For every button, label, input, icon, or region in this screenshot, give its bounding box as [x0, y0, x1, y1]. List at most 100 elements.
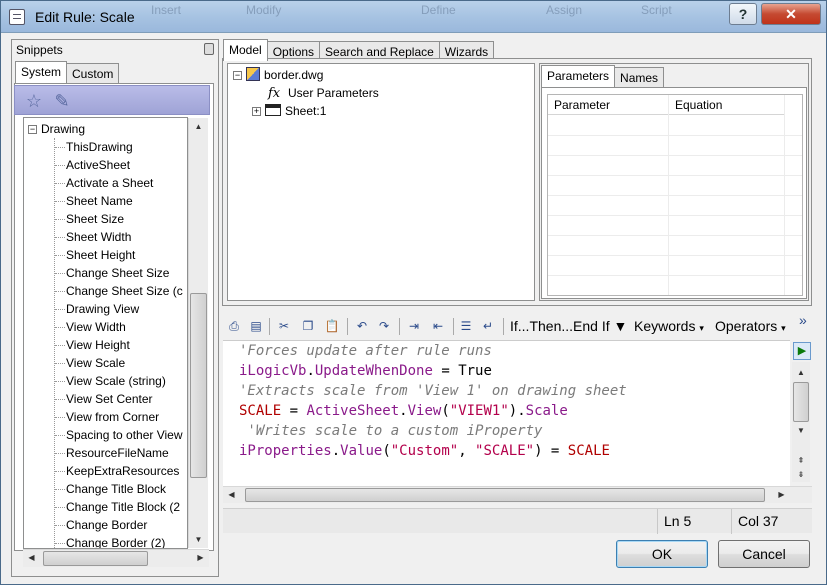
- copy-icon[interactable]: ❐: [299, 317, 317, 335]
- snippet-item[interactable]: View from Corner: [66, 408, 159, 426]
- snippet-item[interactable]: Change Border: [66, 516, 147, 534]
- snippet-item[interactable]: View Scale: [66, 354, 125, 372]
- run-icon[interactable]: ▶: [793, 342, 811, 360]
- hscroll-thumb[interactable]: [245, 488, 765, 502]
- pin-icon[interactable]: [204, 43, 214, 55]
- snippet-item[interactable]: ActiveSheet: [66, 156, 130, 174]
- uncomment-icon[interactable]: ↵: [479, 317, 497, 335]
- toolbar-separator: [269, 318, 270, 335]
- code-token: iLogicVb: [239, 363, 307, 379]
- code-token: SCALE: [567, 443, 610, 459]
- scroll-up-icon[interactable]: ▲: [792, 364, 810, 381]
- model-node-sheet[interactable]: + Sheet:1: [252, 102, 326, 120]
- operators-menu[interactable]: Operators ▾: [715, 318, 786, 335]
- snippets-vscroll[interactable]: ▲ ▼: [188, 118, 208, 548]
- scroll-right-icon[interactable]: ▶: [192, 550, 209, 567]
- scroll-down-icon[interactable]: ▼: [189, 531, 208, 548]
- model-node-root[interactable]: − border.dwg: [233, 66, 323, 84]
- toolbar-overflow-icon[interactable]: »: [799, 312, 807, 329]
- ghost-menu-item: Define: [421, 3, 456, 17]
- code-token: (: [441, 403, 450, 419]
- code-line[interactable]: 'Extracts scale from 'View 1' on drawing…: [239, 381, 627, 401]
- collapse-icon[interactable]: −: [28, 125, 37, 134]
- snippet-item[interactable]: ThisDrawing: [66, 138, 133, 156]
- scroll-left-icon[interactable]: ◀: [23, 550, 40, 567]
- scroll-down-icon[interactable]: ▼: [792, 422, 810, 439]
- if-then-menu[interactable]: If...Then...End If ▼: [510, 318, 627, 335]
- grid-row-line: [548, 135, 802, 136]
- add-star-icon[interactable]: ☆: [23, 90, 45, 112]
- scroll-left-icon[interactable]: ◀: [223, 487, 240, 503]
- model-node-user-parameters[interactable]: fx User Parameters: [268, 84, 379, 102]
- snippet-item[interactable]: View Height: [66, 336, 130, 354]
- hscroll-thumb[interactable]: [43, 551, 148, 566]
- ghost-menu-item: Insert: [151, 3, 182, 17]
- snippet-item[interactable]: View Scale (string): [66, 372, 166, 390]
- snippet-item[interactable]: Activate a Sheet: [66, 174, 153, 192]
- code-token: UpdateWhenDone: [314, 363, 433, 379]
- close-button[interactable]: ✕: [761, 3, 821, 25]
- snippet-item[interactable]: Sheet Height: [66, 246, 135, 264]
- ok-button[interactable]: OK: [616, 540, 708, 568]
- scroll-thumb[interactable]: [190, 293, 207, 478]
- code-line[interactable]: iProperties.Value("Custom", "SCALE") = S…: [239, 441, 610, 461]
- collapse-icon[interactable]: −: [233, 71, 242, 80]
- snippet-item[interactable]: Drawing View: [66, 300, 139, 318]
- model-root-label: border.dwg: [264, 68, 324, 82]
- snippet-item[interactable]: Sheet Width: [66, 228, 131, 246]
- editor-hscroll[interactable]: ◀ ▶: [223, 486, 812, 503]
- code-line[interactable]: SCALE = ActiveSheet.View("VIEW1").Scale: [239, 401, 568, 421]
- snippet-item[interactable]: View Width: [66, 318, 126, 336]
- column-header-parameter[interactable]: Parameter: [548, 95, 668, 115]
- cut-icon[interactable]: ✂: [275, 317, 293, 335]
- tree-guide-tick: [55, 219, 65, 220]
- snippet-item[interactable]: Change Sheet Size (c: [66, 282, 183, 300]
- code-token: .: [399, 403, 408, 419]
- undo-icon[interactable]: ↶: [353, 317, 371, 335]
- snippet-item[interactable]: Change Sheet Size: [66, 264, 169, 282]
- code-line[interactable]: 'Writes scale to a custom iProperty: [239, 421, 542, 441]
- code-editor[interactable]: 'Forces update after rule runs iLogicVb.U…: [223, 340, 790, 486]
- snippet-item[interactable]: Sheet Name: [66, 192, 133, 210]
- print-preview-icon[interactable]: ▤: [247, 317, 265, 335]
- ghost-menu-item: Script: [641, 3, 672, 17]
- code-token: "SCALE": [475, 443, 535, 459]
- snippet-item[interactable]: ResourceFileName: [66, 444, 169, 462]
- snippet-item[interactable]: KeepExtraResources: [66, 462, 179, 480]
- scroll-up-icon[interactable]: ▲: [189, 118, 208, 135]
- paste-icon[interactable]: 📋: [323, 317, 341, 335]
- edit-star-icon[interactable]: ✎: [51, 90, 73, 112]
- snippet-item[interactable]: Sheet Size: [66, 210, 124, 228]
- help-button[interactable]: ?: [729, 3, 757, 25]
- snippets-hscroll[interactable]: ◀ ▶: [23, 549, 209, 567]
- cancel-button[interactable]: Cancel: [718, 540, 810, 568]
- code-line[interactable]: 'Forces update after rule runs: [239, 341, 492, 361]
- indent-icon[interactable]: ⇥: [405, 317, 423, 335]
- title-bar[interactable]: Insert Modify Define Assign Script Edit …: [1, 1, 826, 33]
- tab-parameters[interactable]: Parameters: [541, 65, 616, 87]
- parameters-grid[interactable]: Parameter Equation: [547, 94, 803, 296]
- tab-names[interactable]: Names: [614, 67, 665, 87]
- comment-icon[interactable]: ☰: [457, 317, 475, 335]
- tab-system[interactable]: System: [15, 61, 68, 83]
- scroll-right-icon[interactable]: ▶: [773, 487, 790, 503]
- page-down-icon[interactable]: ⇟: [792, 466, 810, 483]
- snippet-item[interactable]: Change Border (2): [66, 534, 165, 548]
- code-token: View: [407, 403, 442, 419]
- outdent-icon[interactable]: ⇤: [429, 317, 447, 335]
- scroll-thumb[interactable]: [793, 382, 809, 422]
- keywords-menu[interactable]: Keywords ▾: [634, 318, 704, 335]
- snippet-item[interactable]: Change Title Block: [66, 480, 166, 498]
- snippet-item[interactable]: Spacing to other View: [66, 426, 183, 444]
- code-line[interactable]: iLogicVb.UpdateWhenDone = True: [239, 361, 492, 381]
- print-icon[interactable]: ⎙: [225, 317, 243, 335]
- expand-icon[interactable]: +: [252, 107, 261, 116]
- redo-icon[interactable]: ↷: [375, 317, 393, 335]
- tree-node-drawing[interactable]: − Drawing: [28, 120, 85, 138]
- snippet-item[interactable]: Change Title Block (2: [66, 498, 180, 516]
- editor-vscroll[interactable]: ▲ ▼ ⇞ ⇟: [792, 362, 810, 482]
- tab-custom[interactable]: Custom: [66, 63, 120, 83]
- snippet-item[interactable]: View Set Center: [66, 390, 153, 408]
- tab-model[interactable]: Model: [223, 39, 268, 61]
- column-header-equation[interactable]: Equation: [668, 95, 784, 115]
